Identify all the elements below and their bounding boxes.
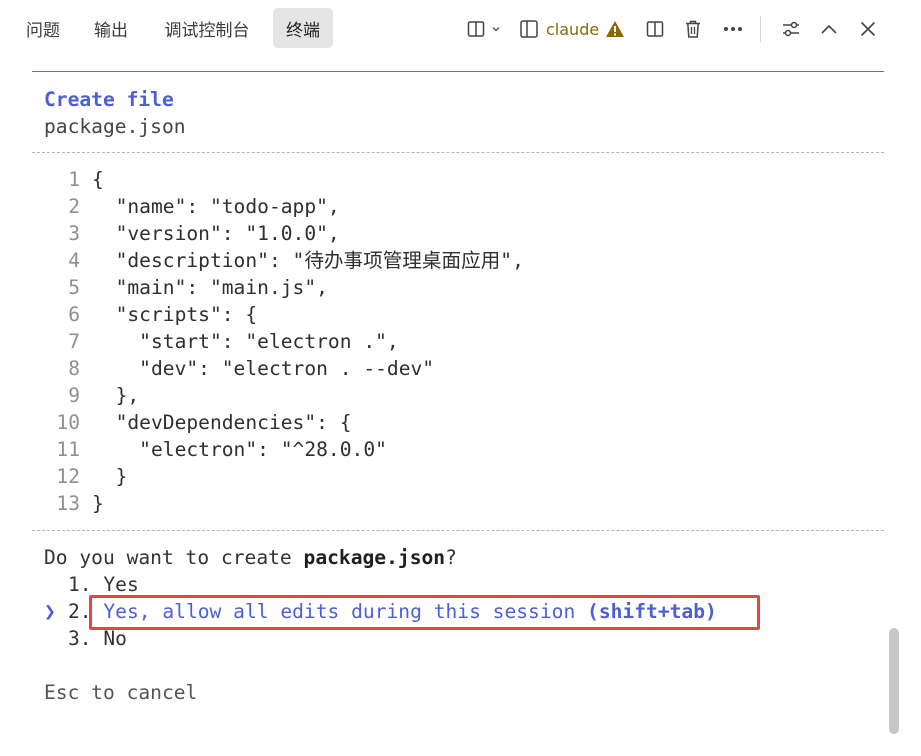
terminal-output[interactable]: Create file package.json 1{2 "name": "to… (0, 58, 921, 756)
kill-terminal-button[interactable] (680, 15, 706, 43)
code-line: 2 "name": "todo-app", (44, 193, 864, 220)
line-number: 8 (68, 357, 80, 380)
selection-pointer-icon: ❯ (44, 600, 56, 623)
code-line: 1{ (44, 166, 864, 193)
warning-icon (605, 20, 625, 38)
split-editor-icon (646, 20, 664, 38)
line-number: 3 (68, 222, 80, 245)
option-no[interactable]: 3. No (44, 625, 127, 652)
option-shortcut-hint: (shift+tab) (587, 600, 717, 623)
question-suffix: ? (445, 546, 457, 569)
dashed-divider (32, 152, 884, 153)
option-label: Yes, allow all edits during this session (103, 600, 576, 623)
layout-dropdown-button[interactable] (462, 15, 506, 43)
line-number: 2 (68, 195, 80, 218)
chevron-down-icon (491, 24, 501, 34)
line-number: 4 (68, 249, 80, 272)
option-label: No (103, 627, 127, 650)
panel-actions: claude (0, 0, 921, 58)
line-number: 12 (56, 465, 80, 488)
code-line: 5 "main": "main.js", (44, 274, 864, 301)
terminal-name: claude (546, 19, 600, 39)
close-panel-button[interactable] (855, 15, 881, 43)
code-line: 9 }, (44, 382, 864, 409)
code-line: 13} (44, 490, 864, 517)
close-icon (859, 20, 877, 38)
line-number: 10 (56, 411, 80, 434)
option-label: Yes (103, 573, 139, 596)
split-terminal-button[interactable] (642, 15, 668, 43)
option-yes[interactable]: 1. Yes (44, 571, 139, 598)
code-line: 10 "devDependencies": { (44, 409, 864, 436)
cancel-hint: Esc to cancel (44, 681, 198, 704)
maximize-panel-button[interactable] (816, 15, 842, 43)
line-code: } (92, 492, 104, 515)
trash-icon (684, 19, 702, 39)
code-line: 7 "start": "electron .", (44, 328, 864, 355)
line-code: "scripts": { (92, 303, 258, 326)
toolbar-divider (760, 16, 761, 42)
line-number: 7 (68, 330, 80, 353)
prompt-top-border (32, 71, 884, 72)
code-line: 4 "description": "待办事项管理桌面应用", (44, 247, 864, 274)
line-number: 13 (56, 492, 80, 515)
option-allow-all-edits[interactable]: ❯ 2. Yes, allow all edits during this ses… (44, 598, 717, 625)
terminal-panel: 问题 输出 调试控制台 终端 claude Create file packag… (0, 0, 921, 756)
settings-sliders-icon (781, 20, 801, 38)
chevron-up-icon (820, 23, 838, 35)
line-code: }, (92, 384, 140, 407)
terminal-panel-icon (519, 19, 539, 39)
code-line: 3 "version": "1.0.0", (44, 220, 864, 247)
option-number: 3. (68, 627, 92, 650)
line-code: } (92, 465, 128, 488)
terminal-instance-selector[interactable]: claude (519, 15, 631, 43)
option-number: 2. (68, 600, 92, 623)
line-code: "start": "electron .", (92, 330, 399, 353)
split-layout-icon (467, 20, 485, 38)
line-code: "electron": "^28.0.0" (92, 438, 387, 461)
terminal-scrollbar-thumb[interactable] (889, 628, 899, 734)
line-code: "description": "待办事项管理桌面应用", (92, 249, 524, 272)
line-code: { (92, 168, 104, 191)
tool-target-file: package.json (44, 115, 186, 138)
more-actions-button[interactable] (718, 15, 748, 43)
line-number: 5 (68, 276, 80, 299)
tool-action-title: Create file (44, 88, 174, 111)
line-code: "devDependencies": { (92, 411, 352, 434)
terminal-settings-button[interactable] (778, 15, 804, 43)
file-preview: 1{2 "name": "todo-app", 3 "version": "1.0… (44, 166, 864, 517)
code-line: 12 } (44, 463, 864, 490)
question-prefix: Do you want to create (44, 546, 304, 569)
code-line: 8 "dev": "electron . --dev" (44, 355, 864, 382)
line-code: "dev": "electron . --dev" (92, 357, 435, 380)
code-line: 6 "scripts": { (44, 301, 864, 328)
line-code: "name": "todo-app", (92, 195, 340, 218)
code-line: 11 "electron": "^28.0.0" (44, 436, 864, 463)
question-file: package.json (303, 546, 446, 569)
option-number: 1. (68, 573, 92, 596)
line-code: "version": "1.0.0", (92, 222, 340, 245)
line-number: 9 (68, 384, 80, 407)
more-icon (723, 26, 743, 32)
line-code: "main": "main.js", (92, 276, 328, 299)
confirmation-question: Do you want to create package.json? (44, 544, 457, 571)
dashed-divider (32, 530, 884, 531)
line-number: 11 (56, 438, 80, 461)
line-number: 6 (68, 303, 80, 326)
line-number: 1 (68, 168, 80, 191)
